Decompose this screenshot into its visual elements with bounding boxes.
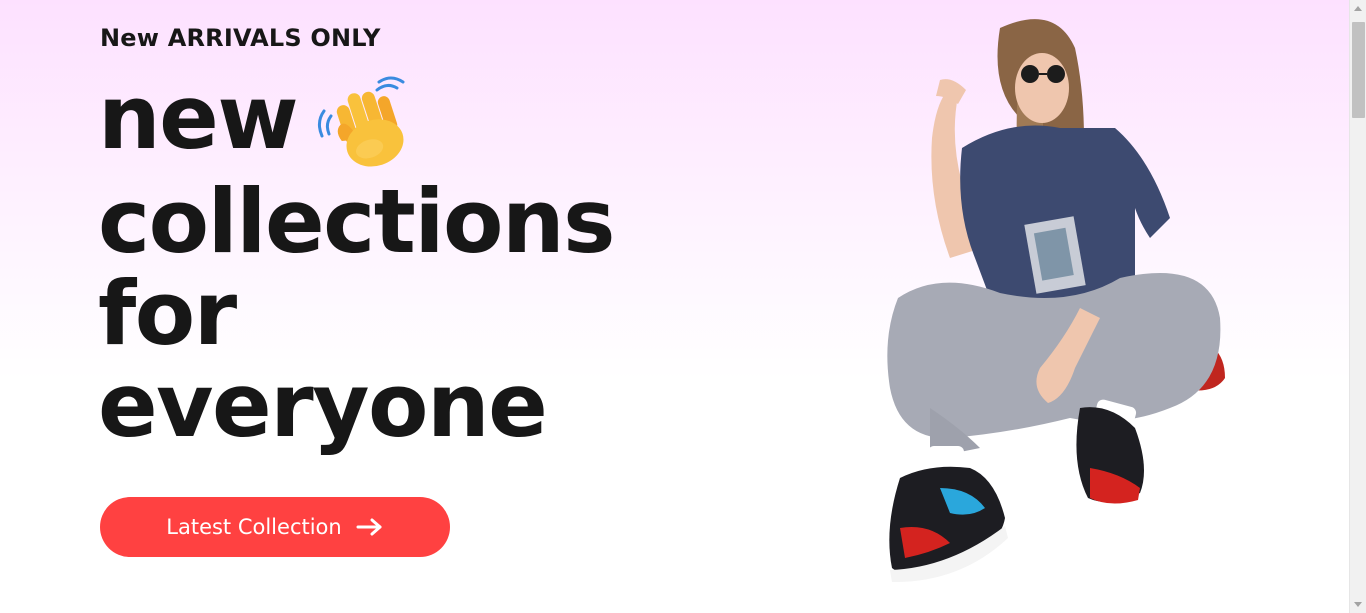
model-photo (887, 19, 1225, 583)
vertical-scrollbar[interactable] (1349, 0, 1366, 613)
hero-section: New ARRIVALS ONLY new collections for ev… (0, 0, 1349, 613)
scrollbar-thumb[interactable] (1352, 22, 1365, 118)
headline-line-3: for (98, 262, 237, 365)
latest-collection-label: Latest Collection (166, 515, 342, 539)
headline-word-new: new (98, 66, 299, 169)
hero-headline: new collections for everyone (98, 72, 616, 457)
headline-line-1: new (98, 72, 614, 176)
latest-collection-button[interactable]: Latest Collection (100, 497, 450, 557)
arrow-right-icon (356, 518, 382, 536)
scroll-down-icon[interactable] (1354, 602, 1362, 607)
headline-line-2: collections (98, 170, 616, 273)
hero-eyebrow: New ARRIVALS ONLY (100, 24, 381, 52)
headline-line-4: everyone (98, 354, 548, 457)
scroll-up-icon[interactable] (1354, 6, 1362, 11)
waving-hand-icon (318, 76, 405, 167)
